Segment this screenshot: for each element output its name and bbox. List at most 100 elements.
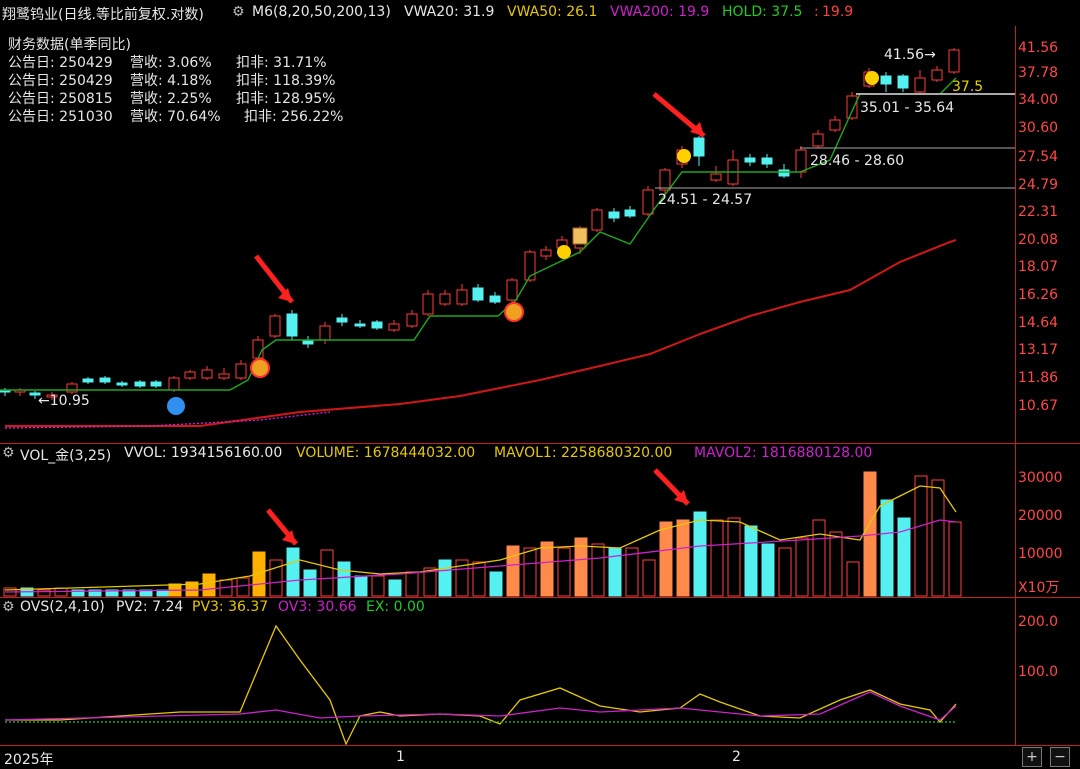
pv2-value: PV2: 7.24 bbox=[116, 599, 184, 615]
buy-signal-icon bbox=[250, 358, 270, 378]
volume-bar bbox=[676, 519, 690, 597]
gear-icon[interactable]: ⚙ bbox=[2, 599, 15, 615]
price-tick: 10.67 bbox=[1018, 398, 1059, 414]
candle-body bbox=[846, 95, 858, 119]
pv3-line bbox=[5, 624, 957, 746]
price-tick: 34.00 bbox=[1018, 92, 1059, 108]
volume-bar bbox=[591, 543, 605, 597]
price-tick: 13.17 bbox=[1018, 342, 1059, 358]
time-month-1: 1 bbox=[396, 749, 405, 765]
candle-body bbox=[406, 313, 418, 327]
candle-body bbox=[591, 209, 603, 231]
volume-value: VOLUME: 1678444032.00 bbox=[296, 445, 476, 461]
volume-bar bbox=[659, 521, 673, 597]
candle-body bbox=[693, 137, 705, 157]
volume-bar bbox=[880, 499, 894, 597]
volume-bar bbox=[337, 561, 351, 597]
price-tick: 16.26 bbox=[1018, 287, 1059, 303]
candle-body bbox=[795, 149, 807, 173]
candle-body bbox=[456, 289, 468, 305]
price-tick: 11.86 bbox=[1018, 370, 1059, 386]
candle-body bbox=[66, 383, 78, 393]
volume-bar bbox=[269, 559, 283, 597]
ovs-tick: 200.0 bbox=[1018, 614, 1059, 630]
candle-body bbox=[744, 157, 756, 163]
volume-bar bbox=[931, 479, 945, 597]
candle-body bbox=[116, 382, 128, 386]
price-tick: 14.64 bbox=[1018, 315, 1059, 331]
candle-body bbox=[82, 378, 94, 383]
pv3-value: PV3: 36.37 bbox=[192, 599, 269, 615]
volume-bar bbox=[642, 559, 656, 597]
volume-bar bbox=[914, 475, 928, 597]
high-price-label: 41.56→ bbox=[884, 47, 936, 63]
candle-body bbox=[624, 209, 636, 217]
price-tick: 27.54 bbox=[1018, 149, 1059, 165]
buy-signal-icon bbox=[504, 302, 524, 322]
candle-body bbox=[778, 169, 790, 177]
volume-bar bbox=[948, 521, 962, 597]
volume-bar bbox=[489, 571, 503, 597]
candle-body bbox=[168, 377, 180, 391]
candle-body bbox=[642, 189, 654, 215]
candle-body bbox=[897, 75, 909, 89]
candle-body bbox=[812, 133, 824, 147]
vvol-value: VVOL: 1934156160.00 bbox=[124, 445, 283, 461]
volume-bar bbox=[812, 519, 826, 597]
volume-bar bbox=[388, 579, 402, 597]
volume-bar bbox=[202, 573, 216, 597]
panel-divider-vol bbox=[0, 443, 1080, 444]
volume-tick: 20000 bbox=[1018, 508, 1063, 524]
axis-divider bbox=[1015, 26, 1016, 746]
volume-bar bbox=[320, 549, 334, 597]
low-price-value: 10.95 bbox=[49, 393, 90, 409]
zoom-out-button[interactable]: − bbox=[1050, 747, 1070, 767]
ov3-value: OV3: 30.66 bbox=[278, 599, 357, 615]
candle-body bbox=[235, 363, 247, 379]
ovs-tick: 100.0 bbox=[1018, 664, 1059, 680]
candle-body bbox=[269, 315, 281, 337]
candle-body bbox=[252, 339, 264, 359]
yellow-dot-icon bbox=[677, 149, 691, 163]
volume-bar bbox=[37, 589, 51, 597]
volume-bar bbox=[727, 517, 741, 597]
candle-body bbox=[761, 157, 773, 165]
volume-bar bbox=[778, 547, 792, 597]
gear-icon[interactable]: ⚙ bbox=[2, 445, 15, 461]
candle-body bbox=[184, 371, 196, 379]
candle-body bbox=[286, 313, 298, 337]
candle-body bbox=[659, 169, 671, 191]
low-price-label: ←10.95 bbox=[38, 393, 90, 409]
volume-bar bbox=[405, 571, 419, 597]
candle-body bbox=[931, 69, 943, 81]
price-tick: 22.31 bbox=[1018, 204, 1059, 220]
volume-bar bbox=[523, 547, 537, 597]
candle-body bbox=[489, 295, 501, 303]
volume-bar bbox=[354, 575, 368, 597]
volume-bar bbox=[846, 561, 860, 597]
ovs-indicator-name: OVS(2,4,10) bbox=[20, 599, 105, 615]
volume-bar bbox=[557, 547, 571, 597]
zoom-in-button[interactable]: + bbox=[1022, 747, 1042, 767]
volume-tick: 10000 bbox=[1018, 546, 1063, 562]
candle-body bbox=[540, 249, 552, 257]
candle-body bbox=[948, 49, 960, 73]
candle-body bbox=[201, 369, 213, 379]
candle-body bbox=[218, 373, 230, 379]
high-price-value: 41.56 bbox=[884, 47, 925, 63]
candle-body bbox=[880, 75, 892, 85]
note-icon bbox=[572, 227, 588, 245]
candle-body bbox=[354, 323, 366, 327]
candle-body bbox=[99, 377, 111, 383]
candle-body bbox=[319, 325, 331, 341]
yellow-dot-icon bbox=[557, 245, 571, 259]
volume-bar bbox=[693, 511, 707, 597]
candle-body bbox=[371, 321, 383, 329]
candle-body bbox=[710, 173, 722, 181]
ex-value: EX: 0.00 bbox=[366, 599, 425, 615]
mavol1-value: MAVOL1: 2258680320.00 bbox=[494, 445, 673, 461]
volume-bar bbox=[540, 541, 554, 597]
time-month-2: 2 bbox=[732, 749, 741, 765]
candle-body bbox=[829, 119, 841, 131]
volume-bar bbox=[303, 569, 317, 597]
